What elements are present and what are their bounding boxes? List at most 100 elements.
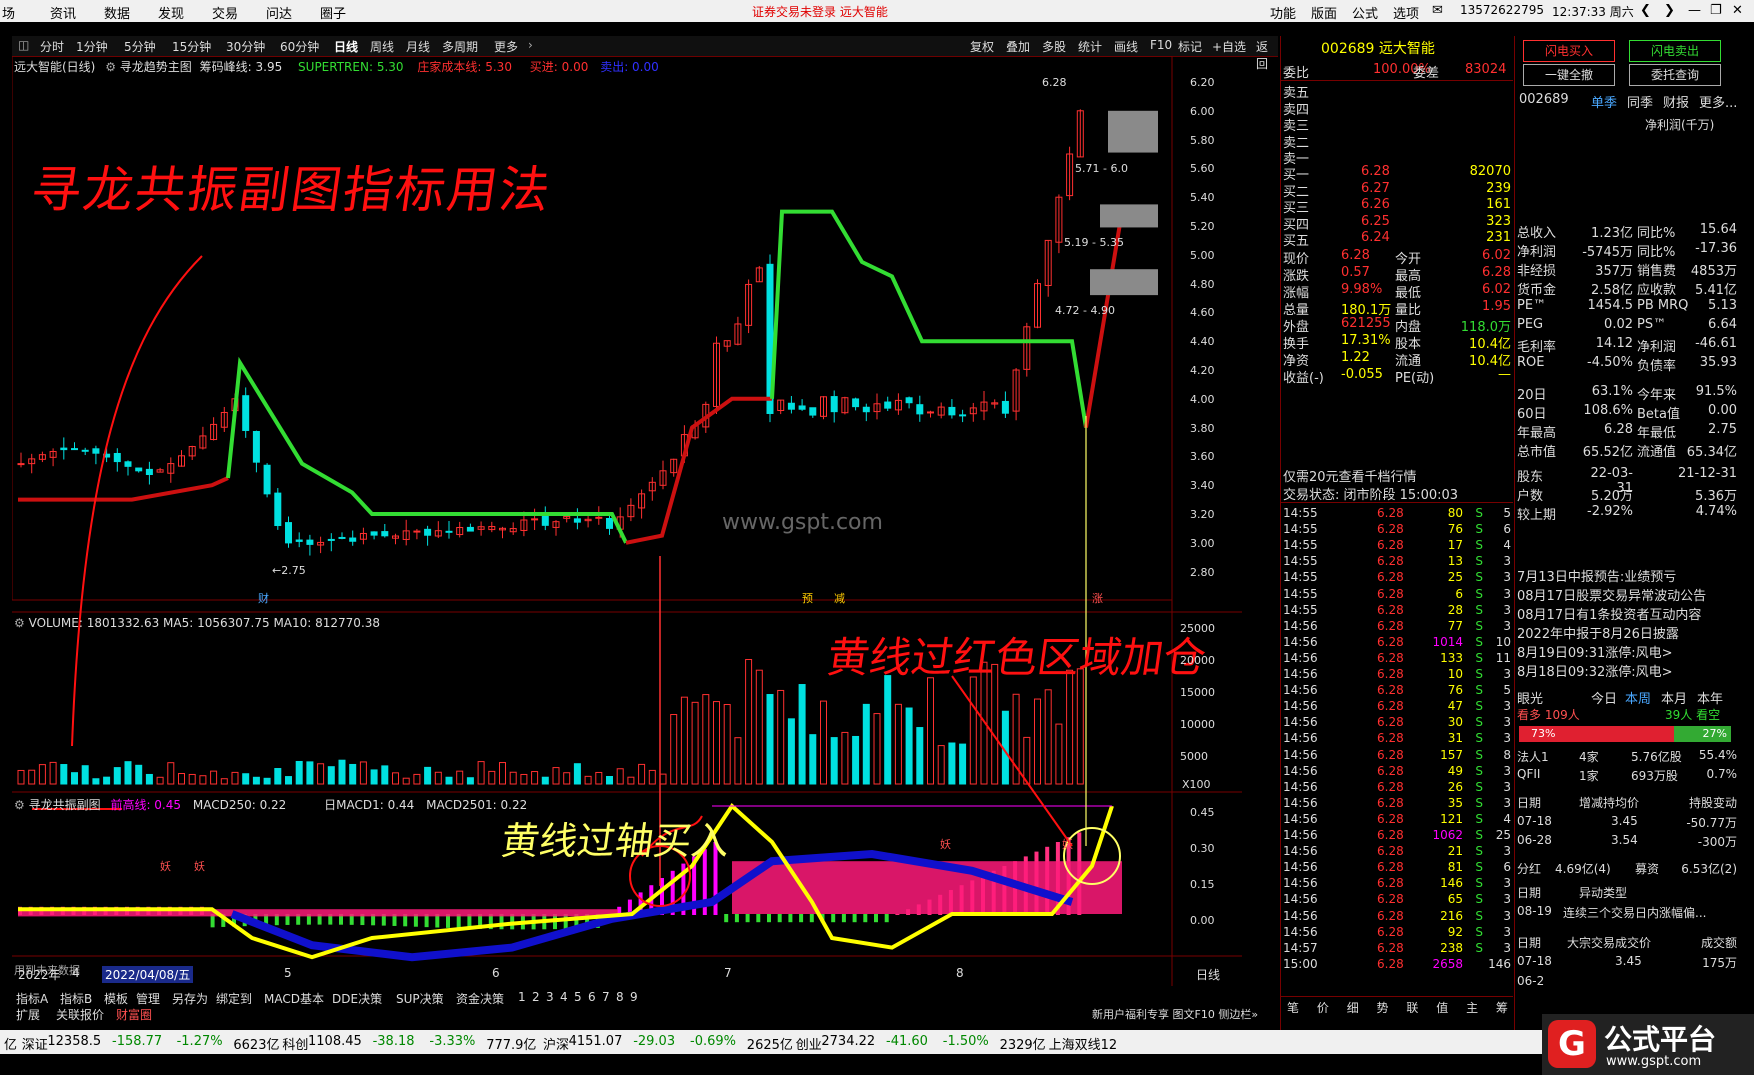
- tab-today[interactable]: 今日: [1591, 688, 1617, 707]
- tab-num[interactable]: 2: [532, 990, 540, 1004]
- period-30min[interactable]: 30分钟: [226, 38, 265, 55]
- layout-icon[interactable]: ◫: [18, 38, 29, 52]
- settings-icon[interactable]: ⚙: [105, 60, 116, 74]
- tool-multi-stock[interactable]: 多股: [1042, 38, 1066, 55]
- flash-buy-button[interactable]: 闪电买入: [1523, 40, 1615, 62]
- tab-link[interactable]: 联: [1406, 1001, 1418, 1015]
- tab-macd[interactable]: MACD基本: [264, 990, 324, 1007]
- tab-main[interactable]: 主: [1466, 1001, 1478, 1015]
- flash-sell-button[interactable]: 闪电卖出: [1629, 40, 1721, 62]
- tab-dde[interactable]: DDE决策: [332, 990, 382, 1007]
- menu-item-function[interactable]: 功能: [1270, 3, 1296, 22]
- tool-draw-line[interactable]: 画线: [1114, 38, 1138, 55]
- period-15min[interactable]: 15分钟: [172, 38, 211, 55]
- tab-num[interactable]: 8: [616, 990, 624, 1004]
- tab-indicator-b[interactable]: 指标B: [60, 990, 92, 1007]
- tab-month[interactable]: 本月: [1661, 688, 1687, 707]
- tab-report[interactable]: 财报: [1663, 92, 1689, 111]
- period-multi[interactable]: 多周期: [442, 38, 478, 55]
- tab-quarter[interactable]: 单季: [1591, 92, 1617, 111]
- tab-fund[interactable]: 资金决策: [456, 990, 504, 1007]
- side-links[interactable]: 新用户福利专享 图文F10 侧边栏»: [1092, 1006, 1258, 1022]
- period-more[interactable]: 更多: [494, 38, 518, 55]
- news-item[interactable]: 7月13日中报预告:业绩预亏: [1515, 566, 1741, 585]
- tab-num[interactable]: 1: [518, 990, 526, 1004]
- news-item[interactable]: 8月18日09:32涨停:风电>: [1515, 661, 1741, 680]
- restore-icon[interactable]: ❐: [1710, 3, 1722, 18]
- tab-detail[interactable]: 细: [1347, 1001, 1359, 1015]
- settings-icon[interactable]: ⚙: [14, 798, 25, 812]
- tab-num[interactable]: 3: [546, 990, 554, 1004]
- menu-item-ask[interactable]: 问达: [266, 3, 292, 22]
- period-monthly[interactable]: 月线: [406, 38, 430, 55]
- news-text[interactable]: 8月18日09:32涨停:风电>: [1517, 661, 1673, 680]
- news-text[interactable]: 2022年中报于8月26日披露: [1517, 623, 1679, 642]
- main-indicator-name[interactable]: 寻龙趋势主图: [120, 60, 192, 74]
- period-weekly[interactable]: 周线: [370, 38, 394, 55]
- tab-save-as[interactable]: 另存为: [172, 990, 208, 1007]
- news-item[interactable]: 08月17日股票交易异常波动公告: [1515, 585, 1741, 604]
- news-item[interactable]: 8月19日09:31涨停:风电>: [1515, 642, 1741, 661]
- settings-icon[interactable]: ⚙: [14, 616, 25, 630]
- close-icon[interactable]: ✕: [1732, 3, 1743, 18]
- tab-manage[interactable]: 管理: [136, 990, 160, 1007]
- menu-item-layout[interactable]: 版面: [1311, 3, 1337, 22]
- subchart-name[interactable]: 寻龙共振副图: [29, 798, 101, 812]
- menu-item-options[interactable]: 选项: [1393, 3, 1419, 22]
- period-1min[interactable]: 1分钟: [76, 38, 108, 55]
- back-icon[interactable]: ❮: [1640, 3, 1651, 18]
- news-item[interactable]: 08月17日有1条投资者互动内容: [1515, 604, 1741, 623]
- tab-value[interactable]: 值: [1436, 1001, 1448, 1015]
- period-5min[interactable]: 5分钟: [124, 38, 156, 55]
- tab-num[interactable]: 4: [560, 990, 568, 1004]
- menu-item-news[interactable]: 资讯: [50, 3, 76, 22]
- news-text[interactable]: 08月17日有1条投资者互动内容: [1517, 604, 1701, 623]
- forward-icon[interactable]: ❯: [1664, 3, 1675, 18]
- tab-trend[interactable]: 势: [1377, 1001, 1389, 1015]
- cancel-all-button[interactable]: 一键全撤: [1523, 64, 1615, 86]
- tab-week[interactable]: 本周: [1625, 688, 1651, 707]
- tool-restore-rights[interactable]: 复权: [970, 38, 994, 55]
- menu-item-formula[interactable]: 公式: [1352, 3, 1378, 22]
- tab-pen[interactable]: 笔: [1287, 1001, 1299, 1015]
- tab-related-quote[interactable]: 关联报价: [56, 1006, 104, 1023]
- event-marker[interactable]: 预: [802, 590, 813, 606]
- order-query-button[interactable]: 委托查询: [1629, 64, 1721, 86]
- tool-statistics[interactable]: 统计: [1078, 38, 1102, 55]
- promo-row[interactable]: 仅需20元查看千档行情: [1281, 466, 1513, 485]
- period-intraday[interactable]: 分时: [40, 38, 64, 55]
- menu-item-trade[interactable]: 交易: [212, 3, 238, 22]
- tab-indicator-a[interactable]: 指标A: [16, 990, 48, 1007]
- tool-add-watchlist[interactable]: +自选: [1212, 38, 1246, 55]
- tab-chip[interactable]: 筹: [1496, 1001, 1508, 1015]
- tab-extend[interactable]: 扩展: [16, 1006, 40, 1023]
- minimize-icon[interactable]: —: [1688, 3, 1701, 18]
- tool-overlay[interactable]: 叠加: [1006, 38, 1030, 55]
- period-60min[interactable]: 60分钟: [280, 38, 319, 55]
- promo-text[interactable]: 仅需20元查看千档行情: [1283, 466, 1417, 485]
- menu-item-discover[interactable]: 发现: [158, 3, 184, 22]
- tool-f10[interactable]: F10: [1150, 38, 1172, 52]
- menu-item-data[interactable]: 数据: [104, 3, 130, 22]
- tool-mark[interactable]: 标记: [1178, 38, 1202, 55]
- event-marker[interactable]: 减: [834, 590, 845, 606]
- news-item[interactable]: 2022年中报于8月26日披露: [1515, 623, 1741, 642]
- tab-template[interactable]: 模板: [104, 990, 128, 1007]
- news-text[interactable]: 08月17日股票交易异常波动公告: [1517, 585, 1706, 604]
- menu-item-circle[interactable]: 圈子: [320, 3, 346, 22]
- news-text[interactable]: 8月19日09:31涨停:风电>: [1517, 642, 1673, 661]
- mail-icon[interactable]: ✉: [1432, 3, 1443, 18]
- period-daily[interactable]: 日线: [334, 38, 358, 55]
- tab-same-quarter[interactable]: 同季: [1627, 92, 1653, 111]
- menu-item[interactable]: 场: [2, 3, 15, 22]
- tab-num[interactable]: 6: [588, 990, 596, 1004]
- tab-sup[interactable]: SUP决策: [396, 990, 444, 1007]
- tab-wealth-circle[interactable]: 财富圈: [116, 1006, 152, 1023]
- tab-price[interactable]: 价: [1317, 1001, 1329, 1015]
- tab-bind[interactable]: 绑定到: [216, 990, 252, 1007]
- event-marker[interactable]: 财: [258, 590, 269, 606]
- tab-year[interactable]: 本年: [1697, 688, 1723, 707]
- chevron-right-icon[interactable]: ›: [528, 38, 533, 52]
- tab-num[interactable]: 9: [630, 990, 638, 1004]
- event-marker[interactable]: 涨: [1092, 590, 1103, 606]
